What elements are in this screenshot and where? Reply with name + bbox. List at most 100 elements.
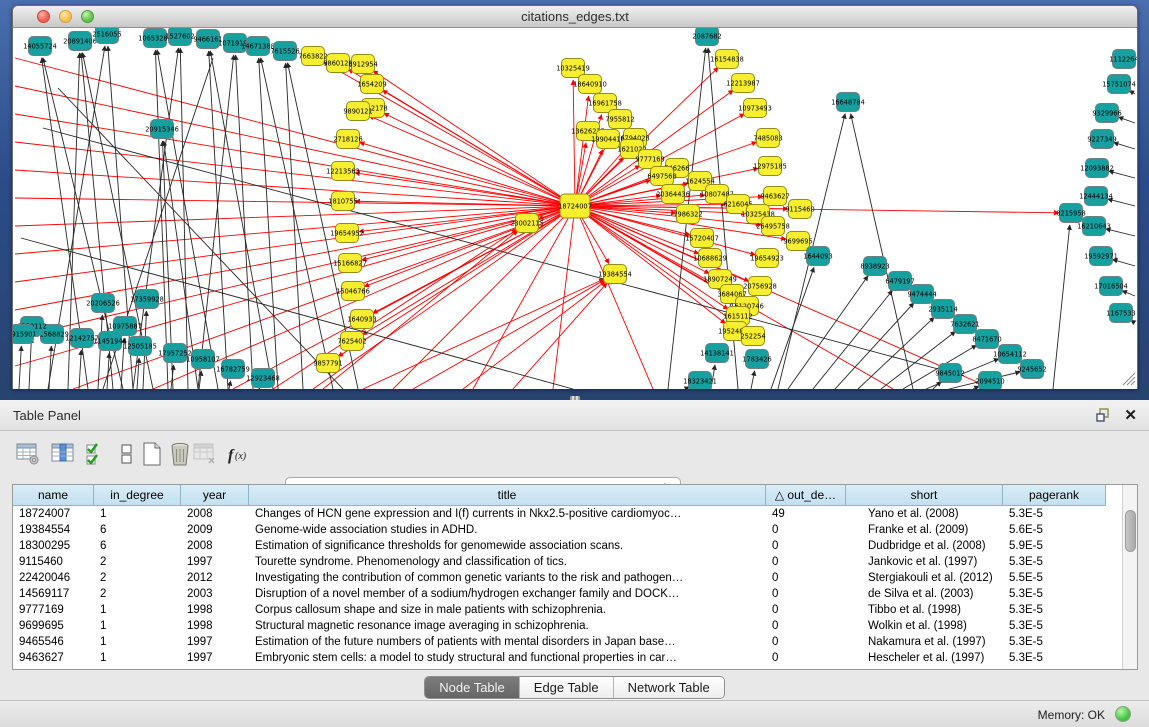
table-cell[interactable]: 0 (766, 586, 846, 602)
graph-node[interactable]: 16648784 (831, 93, 865, 112)
table-row[interactable]: 1938455462009Genome-wide association stu… (13, 522, 1106, 538)
graph-node[interactable]: 9463627 (760, 187, 789, 206)
table-cell[interactable]: 9699695 (13, 618, 94, 634)
table-row[interactable]: 969969511998Structural magnetic resonanc… (13, 618, 1106, 634)
network-view-window[interactable]: citations_edges.txt 18724007103254191864… (12, 5, 1138, 389)
table-cell[interactable]: 0 (766, 602, 846, 618)
table-cell[interactable]: Jankovic et al. (1997) (846, 554, 1003, 570)
graph-node[interactable]: 9245652 (1017, 360, 1046, 379)
table-cell[interactable]: 5.3E-5 (1003, 602, 1106, 618)
table-row[interactable]: 2242004622012Investigating the contribut… (13, 570, 1106, 586)
citation-graph[interactable]: 1872400710325419186409101696175879558121… (13, 28, 1137, 389)
table-cell[interactable]: 2 (94, 554, 181, 570)
graph-node[interactable]: 6497568 (647, 167, 676, 186)
table-cell[interactable]: Franke et al. (2009) (846, 522, 1003, 538)
table-cell[interactable]: 2012 (181, 570, 249, 586)
table-cell[interactable]: Disruption of a novel member of a sodium… (249, 586, 766, 602)
network-window-titlebar[interactable]: citations_edges.txt (13, 6, 1137, 28)
table-row[interactable]: 1456911722003Disruption of a novel membe… (13, 586, 1106, 602)
function-builder-icon[interactable]: f (x) (226, 441, 256, 467)
table-cell[interactable]: 9463627 (13, 650, 94, 666)
table-cell[interactable]: 18300295 (13, 538, 94, 554)
graph-node[interactable]: 2094510 (975, 372, 1004, 390)
graph-node[interactable]: 14138141 (700, 344, 734, 363)
graph-node[interactable]: 8938923 (860, 257, 889, 276)
graph-node[interactable]: 17016504 (1094, 277, 1128, 296)
tab-node-table[interactable]: Node Table (425, 677, 520, 698)
table-cell[interactable]: 2 (94, 586, 181, 602)
graph-node[interactable]: 7986322 (673, 205, 702, 224)
graph-node[interactable]: 1112264 (1109, 50, 1137, 69)
table-cell[interactable]: 2003 (181, 586, 249, 602)
table-cell[interactable]: Changes of HCN gene expression and I(f) … (249, 506, 766, 522)
table-cell[interactable]: Embryonic stem cells: a model to study s… (249, 650, 766, 666)
graph-node[interactable]: 8912954 (348, 55, 377, 74)
column-header-year[interactable]: year (181, 485, 249, 506)
select-attributes-icon[interactable] (84, 441, 108, 467)
column-header-name[interactable]: name (13, 485, 94, 506)
table-scrollbar[interactable] (1122, 485, 1137, 669)
graph-node[interactable]: 1527602 (165, 28, 194, 46)
table-cell[interactable]: 1997 (181, 650, 249, 666)
table-row[interactable]: 946554611997Estimation of the future num… (13, 634, 1106, 650)
float-panel-icon[interactable] (1095, 407, 1111, 423)
graph-node[interactable]: 9777169 (635, 150, 664, 169)
graph-node[interactable]: 9329966 (1092, 104, 1121, 123)
graph-node[interactable]: 2516055 (92, 28, 121, 44)
graph-node[interactable]: 8215958 (1056, 204, 1085, 223)
table-cell[interactable]: de Silva et al. (2003) (846, 586, 1003, 602)
table-row[interactable]: 911546021997Tourette syndrome. Phenomeno… (13, 554, 1106, 570)
table-cell[interactable]: 5.9E-5 (1003, 538, 1106, 554)
graph-node[interactable]: 15720407 (685, 229, 719, 248)
table-cell[interactable]: 1997 (181, 554, 249, 570)
graph-node[interactable]: 1810755 (328, 192, 357, 211)
table-cell[interactable]: 49 (766, 506, 846, 522)
table-cell[interactable]: 1 (94, 650, 181, 666)
graph-node[interactable]: 20915346 (145, 120, 179, 139)
table-cell[interactable]: 9777169 (13, 602, 94, 618)
table-cell[interactable]: 18724007 (13, 506, 94, 522)
table-cell[interactable]: 5.6E-5 (1003, 522, 1106, 538)
graph-node[interactable]: 20756928 (743, 277, 777, 296)
table-cell[interactable]: 2 (94, 570, 181, 586)
graph-node[interactable]: 7632621 (950, 315, 979, 334)
table-cell[interactable]: 2008 (181, 506, 249, 522)
graph-node[interactable]: 15751074 (1102, 75, 1136, 94)
table-cell[interactable]: 0 (766, 618, 846, 634)
row-mode-icon[interactable] (115, 441, 139, 467)
table-cell[interactable]: Genome-wide association studies in ADHD. (249, 522, 766, 538)
table-row[interactable]: 977716911998Corpus callosum shape and si… (13, 602, 1106, 618)
column-header-out_de[interactable]: △ out_de… (766, 485, 846, 506)
graph-node[interactable]: 9845012 (935, 364, 964, 383)
table-row[interactable]: 1830029562008Estimation of significance … (13, 538, 1106, 554)
tab-edge-table[interactable]: Edge Table (520, 677, 614, 698)
graph-node[interactable]: 14055724 (23, 37, 57, 56)
table-cell[interactable]: Nakamura et al. (1997) (846, 634, 1003, 650)
column-header-short[interactable]: short (846, 485, 1003, 506)
table-cell[interactable]: 9115460 (13, 554, 94, 570)
table-cell[interactable]: 5.3E-5 (1003, 586, 1106, 602)
graph-node[interactable]: 7625402 (337, 332, 366, 351)
table-row[interactable]: 946362711997Embryonic stem cells: a mode… (13, 650, 1106, 666)
new-table-icon[interactable] (140, 441, 164, 467)
table-cell[interactable]: 5.5E-5 (1003, 570, 1106, 586)
table-cell[interactable]: 1997 (181, 634, 249, 650)
graph-node[interactable]: 16154838 (710, 50, 744, 69)
table-cell[interactable]: 1 (94, 634, 181, 650)
table-cell[interactable]: 0 (766, 650, 846, 666)
table-settings-icon[interactable] (16, 441, 40, 467)
graph-node[interactable]: 252254 (740, 327, 765, 346)
graph-node[interactable]: 12505185 (123, 337, 157, 356)
table-row[interactable]: 1872400712008Changes of HCN gene express… (13, 506, 1106, 522)
table-cell[interactable]: 6 (94, 522, 181, 538)
graph-node[interactable]: 10688629 (693, 249, 727, 268)
graph-node[interactable]: 3915901 (13, 325, 37, 344)
table-cell[interactable]: 0 (766, 570, 846, 586)
graph-node[interactable]: 9890121 (343, 102, 372, 121)
scrollbar-thumb[interactable] (1125, 510, 1136, 552)
table-cell[interactable]: 0 (766, 634, 846, 650)
table-cell[interactable]: Hescheler et al. (1997) (846, 650, 1003, 666)
table-cell[interactable]: Estimation of the future numbers of pati… (249, 634, 766, 650)
column-header-title[interactable]: title (249, 485, 766, 506)
table-cell[interactable]: Investigating the contribution of common… (249, 570, 766, 586)
